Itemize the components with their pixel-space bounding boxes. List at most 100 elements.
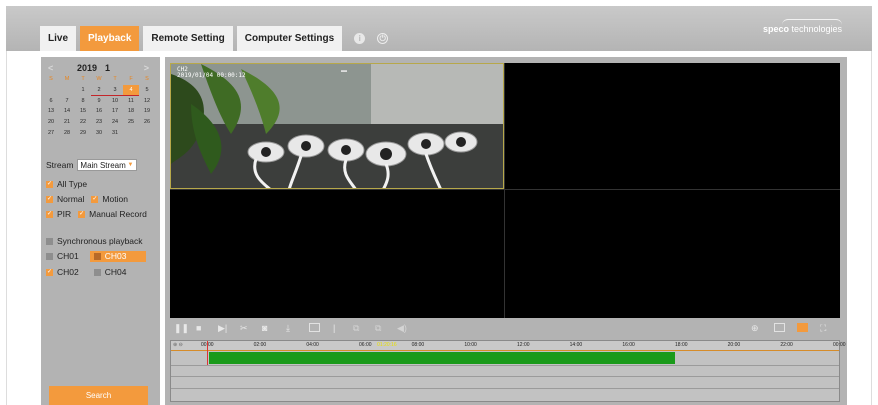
playback-controls: ❚❚ ■ ▶| ✂ ◙ ⤓ | ⧉ ⧉ ◀) ⊕ ⛶ — [170, 322, 840, 334]
video-cell-3[interactable] — [170, 190, 504, 316]
timeline-row-divider — [171, 388, 839, 389]
stream-select[interactable]: Main Stream ▼ — [77, 159, 138, 171]
stop-icon[interactable]: ■ — [196, 323, 201, 333]
calendar-day[interactable]: 20 — [43, 117, 59, 128]
video-cell-4[interactable] — [505, 190, 839, 316]
calendar-day[interactable]: 28 — [59, 128, 75, 139]
pir-checkbox[interactable]: ✓ — [46, 210, 53, 218]
timeline-cursor-label: 01:20:16 — [377, 342, 397, 348]
download-icon[interactable]: ⤓ — [286, 323, 290, 333]
brand-logo-rest: technologies — [788, 24, 842, 34]
timeline-zoom-icon[interactable]: ⊕ ⊖ — [173, 342, 183, 348]
video-cell-1[interactable]: CH2 2019/01/04 00:00:12 ▬ — [170, 63, 504, 189]
power-icon[interactable]: ⏻ — [377, 33, 389, 44]
timeline-tick: 04:00 — [306, 342, 319, 348]
clip-icon[interactable]: ✂ — [240, 323, 248, 333]
calendar-prev-button[interactable]: < — [48, 63, 53, 73]
zoom-icon[interactable]: ⊕ — [751, 323, 759, 333]
step-forward-icon[interactable]: ▶| — [218, 323, 227, 333]
pir-label: PIR — [57, 209, 72, 219]
calendar-day[interactable]: 2 — [91, 85, 107, 96]
ch04-checkbox[interactable] — [93, 268, 101, 276]
window-1-icon[interactable]: ⧉ — [353, 323, 359, 333]
timeline[interactable]: ⊕ ⊖ 00:00 02:00 04:00 06:00 08:00 10:00 12:00 1… — [170, 340, 846, 402]
snapshot-icon[interactable]: ◙ — [262, 323, 267, 333]
calendar-day[interactable]: 24 — [107, 117, 123, 128]
calendar-day[interactable]: 6 — [43, 96, 59, 107]
calendar-day[interactable]: 10 — [107, 96, 123, 107]
calendar-weekday: T — [81, 76, 85, 82]
normal-checkbox[interactable]: ✓ — [46, 195, 53, 203]
search-button[interactable]: Search — [49, 386, 148, 405]
calendar-day[interactable]: 26 — [139, 117, 155, 128]
calendar-day[interactable]: 21 — [59, 117, 75, 128]
brand-logo: speco technologies — [763, 24, 842, 34]
timeline-tick: 08:00 — [411, 342, 425, 348]
ch01-checkbox[interactable] — [46, 252, 53, 260]
calendar-day[interactable]: 3 — [107, 85, 123, 96]
calendar-day[interactable]: 5 — [139, 85, 155, 96]
info-icon[interactable]: i — [354, 33, 366, 44]
calendar-day[interactable]: 19 — [139, 106, 155, 117]
all-type-checkbox[interactable]: ✓ — [46, 180, 53, 188]
calendar-next-button[interactable]: > — [144, 63, 149, 73]
timeline-tick: 18:00 — [675, 342, 688, 348]
calendar-day[interactable]: 15 — [75, 106, 91, 117]
calendar-day[interactable]: 7 — [59, 96, 75, 107]
calendar-year: 2019 — [77, 63, 98, 73]
ch03-checkbox[interactable] — [93, 252, 101, 260]
tab-live[interactable]: Live — [40, 26, 77, 51]
video-cell-2[interactable] — [505, 63, 839, 189]
timeline-row-divider — [171, 365, 839, 366]
calendar-weekday: S — [49, 76, 53, 82]
osd-timestamp: 2019/01/04 00:00:12 — [177, 72, 246, 79]
calendar-day[interactable]: 22 — [75, 117, 91, 128]
tab-remote-setting[interactable]: Remote Setting — [143, 26, 233, 51]
manual-record-checkbox[interactable]: ✓ — [78, 210, 86, 218]
calendar-day[interactable]: 13 — [43, 106, 59, 117]
calendar-day[interactable]: 25 — [123, 117, 139, 128]
layout-4-icon[interactable] — [797, 323, 808, 332]
calendar-day[interactable]: 23 — [91, 117, 107, 128]
ch02-checkbox[interactable]: ✓ — [46, 268, 53, 276]
calendar-day[interactable]: 1 — [75, 85, 91, 96]
separator: | — [333, 323, 336, 333]
calendar-day[interactable]: 27 — [43, 128, 59, 139]
calendar-day[interactable]: 16 — [91, 106, 107, 117]
tab-computer-settings[interactable]: Computer Settings — [236, 26, 343, 51]
calendar-day[interactable]: 8 — [75, 96, 91, 107]
calendar-day[interactable]: 4 — [123, 84, 139, 96]
calendar-weekday: S — [145, 76, 149, 82]
stream-label: Stream — [46, 160, 74, 170]
calendar-day[interactable]: 18 — [123, 106, 139, 117]
video-grid: CH2 2019/01/04 00:00:12 ▬ — [170, 63, 840, 318]
volume-icon[interactable]: ◀) — [397, 323, 407, 333]
pause-icon[interactable]: ❚❚ — [174, 323, 189, 333]
calendar-day[interactable]: 11 — [123, 96, 139, 107]
calendar-day[interactable]: 17 — [107, 106, 123, 117]
tab-playback[interactable]: Playback — [80, 26, 140, 51]
layout-1-icon[interactable] — [774, 323, 785, 332]
timeline-cursor[interactable] — [206, 341, 208, 365]
calendar-day[interactable]: 9 — [91, 96, 107, 107]
record-type-row-2: ✓ PIR ✓ Manual Record — [46, 209, 154, 219]
playback-panel: CH2 2019/01/04 00:00:12 ▬ ❚❚ ■ ▶| ✂ ◙ ⤓ … — [165, 57, 847, 405]
all-type-label: All Type — [57, 179, 88, 189]
sync-playback-label: Synchronous playback — [57, 236, 143, 246]
calendar-day[interactable]: 14 — [59, 106, 75, 117]
fullscreen-cell-icon[interactable] — [309, 323, 320, 332]
calendar-weekday: W — [96, 76, 102, 82]
grid-divider-vertical — [504, 63, 505, 318]
calendar-day[interactable]: 30 — [91, 128, 107, 139]
manual-record-label: Manual Record — [89, 209, 147, 219]
grid-divider-horizontal — [170, 189, 840, 190]
motion-checkbox[interactable]: ✓ — [91, 195, 99, 203]
calendar-header: < 2019 1 > — [41, 63, 160, 73]
calendar-day[interactable]: 31 — [107, 128, 123, 139]
window-2-icon[interactable]: ⧉ — [375, 323, 381, 333]
calendar-day[interactable]: 29 — [75, 128, 91, 139]
calendar-day[interactable]: 12 — [139, 96, 155, 107]
search-panel: < 2019 1 > S M T W T F S 1 2 3 4 5 6 7 8 9 10 11 12 13 14 15 1… — [41, 57, 160, 405]
fullscreen-icon[interactable]: ⛶ — [820, 323, 826, 333]
sync-playback-checkbox[interactable] — [46, 237, 53, 245]
